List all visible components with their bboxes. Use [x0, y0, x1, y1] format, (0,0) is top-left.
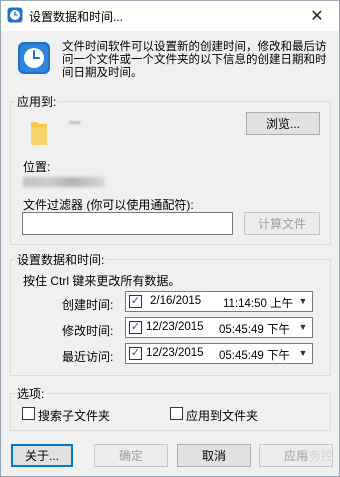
- chevron-down-icon[interactable]: ▼: [297, 321, 309, 333]
- modified-checkbox[interactable]: ✓: [129, 321, 142, 334]
- created-datetime-picker[interactable]: ✓ 2/16/2015 11:14:50 上午 ▼: [125, 291, 313, 312]
- created-label: 创建时间:: [62, 298, 114, 312]
- clock-app-icon: [18, 42, 50, 74]
- apply-to-folders-label: 应用到文件夹: [186, 409, 259, 423]
- apply-to-folders-checkbox[interactable]: [170, 407, 183, 420]
- chevron-down-icon[interactable]: ▼: [297, 295, 309, 307]
- accessed-time: 05:45:49 下午: [219, 350, 290, 362]
- apply-to-legend: 应用到:: [17, 95, 57, 109]
- filter-input[interactable]: [22, 212, 233, 235]
- ok-button[interactable]: 确定: [94, 444, 168, 467]
- chevron-down-icon[interactable]: ▼: [297, 347, 309, 359]
- file-name-blurred: ▪▪▪▪: [69, 118, 81, 127]
- calculate-files-button[interactable]: 计算文件: [244, 212, 320, 235]
- folder-icon: [31, 122, 47, 145]
- filter-label: 文件过滤器 (你可以使用通配符):: [23, 198, 194, 212]
- cancel-button[interactable]: 取消: [177, 444, 251, 467]
- modified-date: 12/23/2015: [146, 321, 204, 333]
- options-legend: 选项:: [17, 387, 45, 401]
- watermark: 高务控: [296, 449, 333, 463]
- accessed-date: 12/23/2015: [146, 347, 204, 359]
- accessed-checkbox[interactable]: ✓: [129, 347, 142, 360]
- close-button[interactable]: ✕: [295, 1, 339, 31]
- location-label: 位置:: [23, 160, 51, 174]
- modified-label: 修改时间:: [62, 324, 114, 338]
- search-subfolders-checkbox[interactable]: [22, 407, 35, 420]
- window-title: 设置数据和时间...: [29, 10, 124, 24]
- modified-datetime-picker[interactable]: ✓ 12/23/2015 05:45:49 下午 ▼: [125, 317, 313, 338]
- modified-time: 05:45:49 下午: [219, 324, 290, 336]
- close-icon: ✕: [310, 8, 324, 25]
- browse-button[interactable]: 浏览...: [246, 112, 320, 135]
- date-time-legend: 设置数据和时间:: [17, 253, 105, 267]
- accessed-label: 最近访问:: [62, 350, 114, 364]
- created-time: 11:14:50 上午: [223, 298, 294, 310]
- created-date: 2/16/2015: [150, 295, 202, 307]
- title-bar[interactable]: 设置数据和时间... ✕: [1, 1, 339, 31]
- dialog-window: 设置数据和时间... ✕ 文件时间软件可以设置新的创建时间，修改和最后访问一个文…: [0, 0, 340, 477]
- location-path-blurred: [23, 177, 105, 187]
- about-button[interactable]: 关于...: [11, 444, 73, 467]
- search-subfolders-label: 搜索子文件夹: [38, 409, 111, 423]
- clock-icon: [7, 7, 23, 23]
- accessed-datetime-picker[interactable]: ✓ 12/23/2015 05:45:49 下午 ▼: [125, 343, 313, 364]
- created-checkbox[interactable]: ✓: [129, 295, 142, 308]
- ctrl-hint: 按住 Ctrl 键来更改所有数据。: [23, 274, 181, 288]
- description-text: 文件时间软件可以设置新的创建时间，修改和最后访问一个文件或一个文件夹的以下信息的…: [62, 41, 327, 79]
